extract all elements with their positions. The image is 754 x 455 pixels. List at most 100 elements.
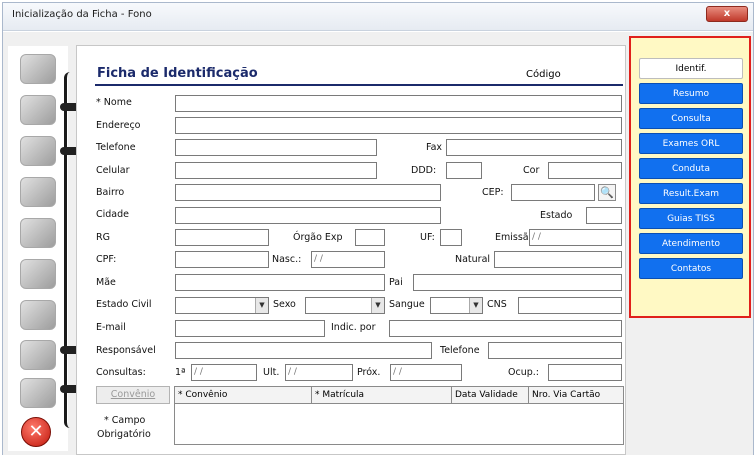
- ocup-label: Ocup.:: [508, 367, 539, 378]
- chevron-down-icon: ▼: [469, 298, 482, 313]
- building-icon[interactable]: [20, 136, 56, 166]
- telefone-label: Telefone: [96, 142, 136, 153]
- stethoscope-icon[interactable]: [20, 54, 56, 84]
- fax-label: Fax: [426, 142, 443, 153]
- responsavel-input[interactable]: [175, 342, 432, 359]
- mae-label: Mãe: [96, 277, 116, 288]
- ult-label: Ult.: [263, 367, 280, 378]
- side-blank-area: [631, 320, 751, 455]
- book-icon[interactable]: [20, 95, 56, 125]
- orgao-input[interactable]: [355, 229, 385, 246]
- bairro-label: Bairro: [96, 187, 125, 198]
- close-button[interactable]: x: [706, 6, 748, 22]
- responsavel-label: Responsável: [96, 345, 156, 356]
- papers-icon[interactable]: [20, 259, 56, 289]
- rg-label: RG: [96, 232, 110, 243]
- mae-input[interactable]: [175, 274, 385, 291]
- cns-input[interactable]: [518, 297, 622, 314]
- tab-contatos[interactable]: Contatos: [639, 258, 743, 279]
- nome-input[interactable]: [175, 95, 622, 112]
- convenio-button[interactable]: Convênio: [96, 386, 170, 404]
- estado-civil-label: Estado Civil: [96, 299, 152, 310]
- primeira-consulta-input[interactable]: / /: [191, 364, 257, 381]
- tab-resumo[interactable]: Resumo: [639, 83, 743, 104]
- natural-input[interactable]: [494, 251, 622, 268]
- proxima-consulta-input[interactable]: / /: [390, 364, 462, 381]
- globe-icon[interactable]: [20, 340, 56, 370]
- cep-input[interactable]: [511, 184, 595, 201]
- cancel-icon[interactable]: ✕: [21, 417, 51, 447]
- tab-consulta[interactable]: Consulta: [639, 108, 743, 129]
- indic-por-input[interactable]: [389, 320, 622, 337]
- estado-label: Estado: [540, 210, 573, 221]
- estado-civil-select[interactable]: ▼: [175, 297, 269, 314]
- tab-identif[interactable]: Identif.: [639, 58, 743, 79]
- ddd-label: DDD:: [411, 165, 437, 176]
- orgao-label: Órgão Exp: [293, 232, 343, 243]
- consultas-label: Consultas:: [96, 367, 146, 378]
- tab-conduta[interactable]: Conduta: [639, 158, 743, 179]
- tools-icon[interactable]: [20, 378, 56, 408]
- fax-input[interactable]: [446, 139, 622, 156]
- required-note: * Campo: [104, 415, 146, 426]
- primeira-label: 1ª: [175, 367, 186, 378]
- cns-label: CNS: [487, 299, 507, 310]
- mouse-icon[interactable]: [20, 177, 56, 207]
- nasc-label: Nasc.:: [272, 254, 302, 265]
- tab-guias-tiss[interactable]: Guias TISS: [639, 208, 743, 229]
- ruler-icon[interactable]: [20, 300, 56, 330]
- codigo-label: Código: [526, 69, 561, 80]
- telefone2-input[interactable]: [488, 342, 622, 359]
- grid-header-data-validade[interactable]: Data Validade: [452, 387, 529, 404]
- email-label: E-mail: [96, 322, 126, 333]
- page-title: Ficha de Identificação: [97, 66, 258, 81]
- endereco-label: Endereço: [96, 120, 141, 131]
- sexo-select[interactable]: ▼: [305, 297, 385, 314]
- nome-label: * Nome: [96, 97, 132, 108]
- search-icon[interactable]: 🔍: [598, 184, 616, 201]
- indic-por-label: Indic. por: [331, 322, 376, 333]
- tab-result-exam[interactable]: Result.Exam: [639, 183, 743, 204]
- sangue-select[interactable]: ▼: [430, 297, 483, 314]
- cep-label: CEP:: [482, 187, 504, 198]
- chevron-down-icon: ▼: [255, 298, 268, 313]
- pai-input[interactable]: [413, 274, 622, 291]
- cpf-label: CPF:: [96, 254, 117, 265]
- grid-header-via-cartao[interactable]: Nro. Via Cartão: [529, 387, 623, 404]
- natural-label: Natural: [455, 254, 491, 265]
- uf-label: UF:: [420, 232, 435, 243]
- estado-input[interactable]: [586, 207, 622, 224]
- window-title: Inicialização da Ficha - Fono: [12, 9, 152, 20]
- telefone2-label: Telefone: [440, 345, 480, 356]
- cor-label: Cor: [523, 165, 540, 176]
- ocup-input[interactable]: [548, 364, 622, 381]
- telefone-input[interactable]: [175, 139, 377, 156]
- cor-input[interactable]: [548, 162, 622, 179]
- required-note-2: Obrigatório: [97, 429, 151, 440]
- ultima-consulta-input[interactable]: / /: [285, 364, 353, 381]
- cpf-input[interactable]: [175, 251, 269, 268]
- celular-input[interactable]: [175, 162, 377, 179]
- endereco-input[interactable]: [175, 117, 622, 134]
- bairro-input[interactable]: [175, 184, 441, 201]
- sangue-label: Sangue: [389, 299, 425, 310]
- uf-input[interactable]: [440, 229, 462, 246]
- title-underline: [95, 84, 623, 86]
- cabinet-icon[interactable]: [20, 218, 56, 248]
- ddd-input[interactable]: [446, 162, 482, 179]
- grid-header-matricula[interactable]: * Matrícula: [312, 387, 452, 404]
- prox-label: Próx.: [357, 367, 381, 378]
- nasc-input[interactable]: / /: [311, 251, 385, 268]
- rg-input[interactable]: [175, 229, 269, 246]
- email-input[interactable]: [175, 320, 325, 337]
- tab-exames-orl[interactable]: Exames ORL: [639, 133, 743, 154]
- pai-label: Pai: [389, 277, 403, 288]
- cidade-label: Cidade: [96, 209, 129, 220]
- grid-header-convenio[interactable]: * Convênio: [175, 387, 312, 404]
- celular-label: Celular: [96, 165, 130, 176]
- emissao-input[interactable]: / /: [529, 229, 622, 246]
- tab-atendimento[interactable]: Atendimento: [639, 233, 743, 254]
- convenio-grid[interactable]: * Convênio * Matrícula Data Validade Nro…: [174, 386, 624, 445]
- side-tab-panel: Identif. Resumo Consulta Exames ORL Cond…: [629, 36, 751, 318]
- cidade-input[interactable]: [175, 207, 441, 224]
